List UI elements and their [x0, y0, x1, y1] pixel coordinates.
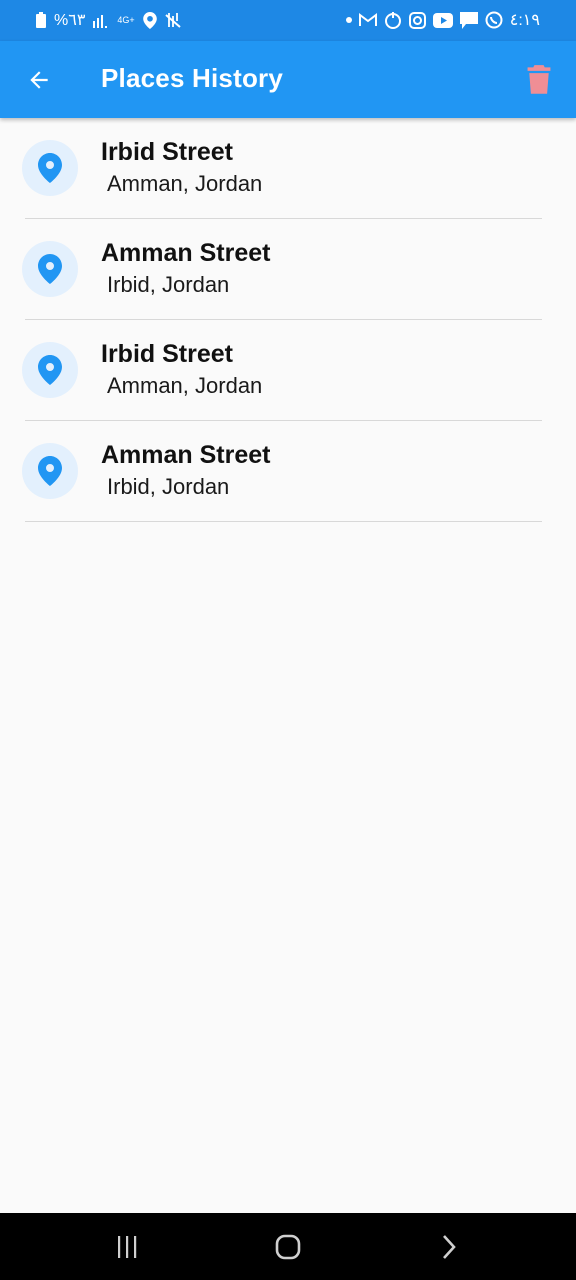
places-list: Irbid Street Amman, Jordan Amman Street …: [0, 118, 576, 522]
arrow-left-icon: [30, 71, 48, 89]
chevron-right-icon: [443, 1235, 456, 1259]
clock: ٤:١٩: [509, 12, 540, 29]
status-left: %٦٣ 4G+: [36, 9, 181, 31]
list-item[interactable]: Amman Street Irbid, Jordan: [0, 421, 576, 522]
status-right: ٤:١٩: [345, 9, 540, 31]
whatsapp-icon: [485, 11, 503, 29]
place-title: Irbid Street: [101, 138, 233, 166]
app-bar: Places History: [0, 41, 576, 118]
network-type: 4G+: [117, 15, 135, 25]
wifi-off-icon: [165, 12, 181, 28]
signal-icon: [93, 12, 109, 28]
back-button[interactable]: [20, 61, 58, 99]
place-avatar: [22, 443, 78, 499]
youtube-icon: [432, 12, 453, 28]
list-item[interactable]: Irbid Street Amman, Jordan: [0, 320, 576, 421]
message-icon: [459, 11, 478, 29]
place-title: Amman Street: [101, 441, 271, 469]
gmail-icon: [358, 13, 377, 27]
screen: %٦٣ 4G+ ٤:١٩ Places History Irbid Street…: [0, 0, 576, 1280]
divider: [25, 521, 542, 522]
battery-percent: %٦٣: [54, 12, 86, 29]
place-subtitle: Amman, Jordan: [107, 373, 263, 398]
place-subtitle: Irbid, Jordan: [107, 272, 230, 297]
place-avatar: [22, 241, 78, 297]
recents-button[interactable]: [107, 1231, 147, 1263]
place-subtitle: Amman, Jordan: [107, 171, 263, 196]
status-bar: %٦٣ 4G+ ٤:١٩: [0, 0, 576, 41]
location-pin-icon: [38, 456, 62, 486]
location-pin-icon: [38, 254, 62, 284]
recents-icon: [118, 1236, 137, 1258]
nav-back-button[interactable]: [429, 1231, 469, 1263]
notification-dot-icon: [345, 17, 352, 23]
place-title: Amman Street: [101, 239, 271, 267]
delete-history-button[interactable]: [520, 61, 558, 99]
location-pin-icon: [38, 355, 62, 385]
place-avatar: [22, 140, 78, 196]
page-title: Places History: [101, 63, 284, 93]
place-title: Irbid Street: [101, 340, 233, 368]
location-status-icon: [142, 11, 157, 29]
home-icon: [275, 1234, 301, 1260]
battery-icon: [36, 12, 46, 28]
app-notification-icon: [384, 11, 402, 29]
place-avatar: [22, 342, 78, 398]
list-item[interactable]: Irbid Street Amman, Jordan: [0, 118, 576, 219]
place-subtitle: Irbid, Jordan: [107, 474, 230, 499]
home-button[interactable]: [268, 1231, 308, 1263]
location-pin-icon: [38, 153, 62, 183]
system-nav-bar: [0, 1213, 576, 1280]
instagram-icon: [408, 11, 426, 29]
trash-icon: [527, 65, 551, 94]
list-item[interactable]: Amman Street Irbid, Jordan: [0, 219, 576, 320]
